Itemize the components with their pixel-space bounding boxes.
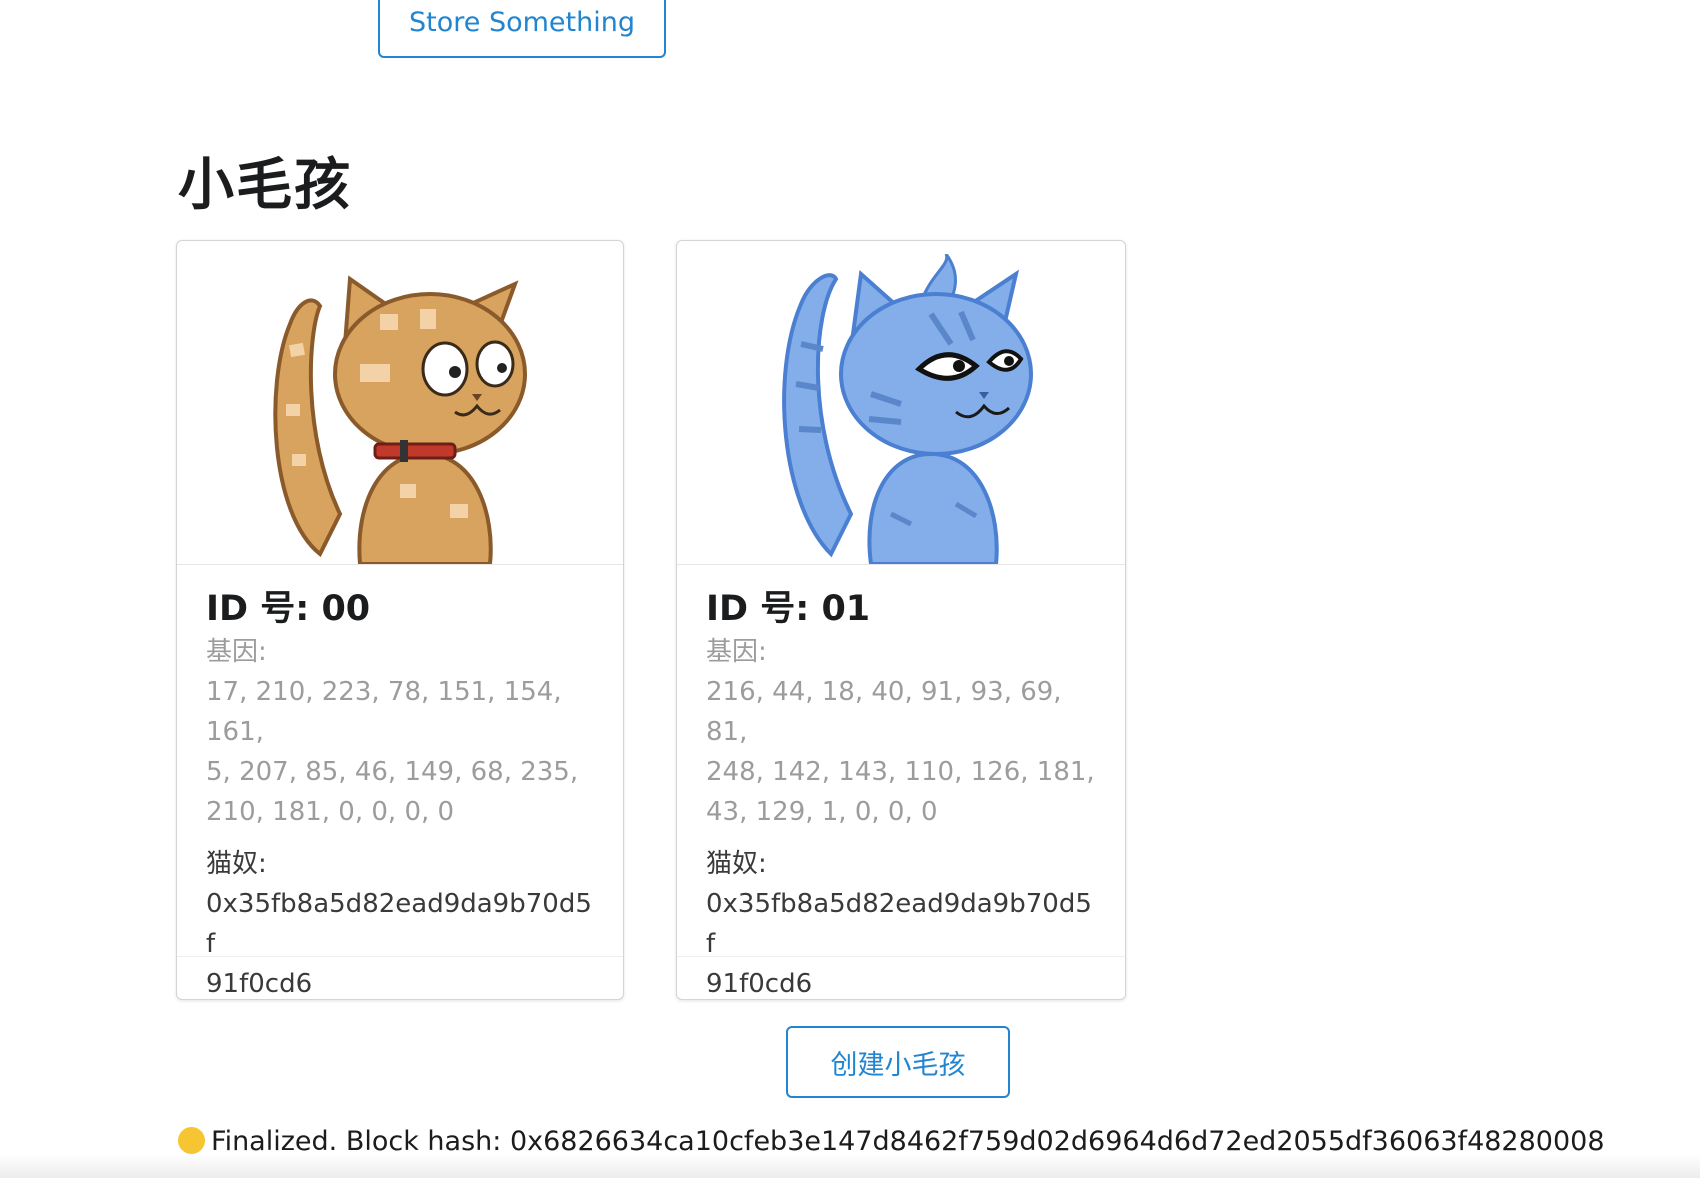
- genes-line: 43, 129, 1, 0, 0, 0: [706, 797, 938, 827]
- app-page: Store Something 小毛孩 ID 号: 00 基因: 17, 210…: [0, 0, 1700, 1178]
- genes-line: 17, 210, 223, 78, 151, 154, 161,: [206, 677, 562, 747]
- bottom-shade: [0, 1154, 1700, 1178]
- owner-label: 猫奴:: [706, 849, 767, 879]
- wink-emoji-icon: [178, 1127, 205, 1154]
- genes-line: 216, 44, 18, 40, 91, 93, 69, 81,: [706, 677, 1062, 747]
- owner-label: 猫奴:: [206, 849, 267, 879]
- tx-status: Finalized. Block hash: 0x6826634ca10cfeb…: [178, 1126, 1605, 1157]
- tx-status-text: Finalized. Block hash: 0x6826634ca10cfeb…: [211, 1126, 1605, 1157]
- genes-line: 5, 207, 85, 46, 149, 68, 235,: [206, 757, 579, 787]
- kitty-card-00: ID 号: 00 基因: 17, 210, 223, 78, 151, 154,…: [176, 240, 624, 1000]
- kitty-card-01: ID 号: 01 基因: 216, 44, 18, 40, 91, 93, 69…: [676, 240, 1126, 1000]
- create-kitty-button[interactable]: 创建小毛孩: [786, 1026, 1010, 1098]
- kitty-content-01: ID 号: 01 基因: 216, 44, 18, 40, 91, 93, 69…: [706, 586, 1105, 999]
- kitty-image-01: [677, 241, 1125, 565]
- kitty-content-00: ID 号: 00 基因: 17, 210, 223, 78, 151, 154,…: [206, 586, 603, 999]
- section-title: 小毛孩: [178, 153, 352, 218]
- blue-cat-icon: [782, 254, 1033, 564]
- card-extra-content: [177, 956, 623, 999]
- kitty-id: ID 号: 00: [206, 589, 371, 629]
- kitty-image-00: [177, 241, 623, 565]
- owner-line: 0x35fb8a5d82ead9da9b70d5f: [706, 889, 1092, 959]
- genes-line: 210, 181, 0, 0, 0, 0: [206, 797, 455, 827]
- kitty-id: ID 号: 01: [706, 589, 871, 629]
- orange-cat-icon: [273, 275, 527, 564]
- card-extra-content: [677, 956, 1125, 999]
- kitty-genes: 基因: 216, 44, 18, 40, 91, 93, 69, 81, 248…: [706, 632, 1105, 832]
- genes-label: 基因:: [706, 637, 767, 667]
- owner-line: 0x35fb8a5d82ead9da9b70d5f: [206, 889, 592, 959]
- store-something-button[interactable]: Store Something: [378, 0, 666, 58]
- genes-label: 基因:: [206, 637, 267, 667]
- genes-line: 248, 142, 143, 110, 126, 181,: [706, 757, 1095, 787]
- kitty-genes: 基因: 17, 210, 223, 78, 151, 154, 161, 5, …: [206, 632, 603, 832]
